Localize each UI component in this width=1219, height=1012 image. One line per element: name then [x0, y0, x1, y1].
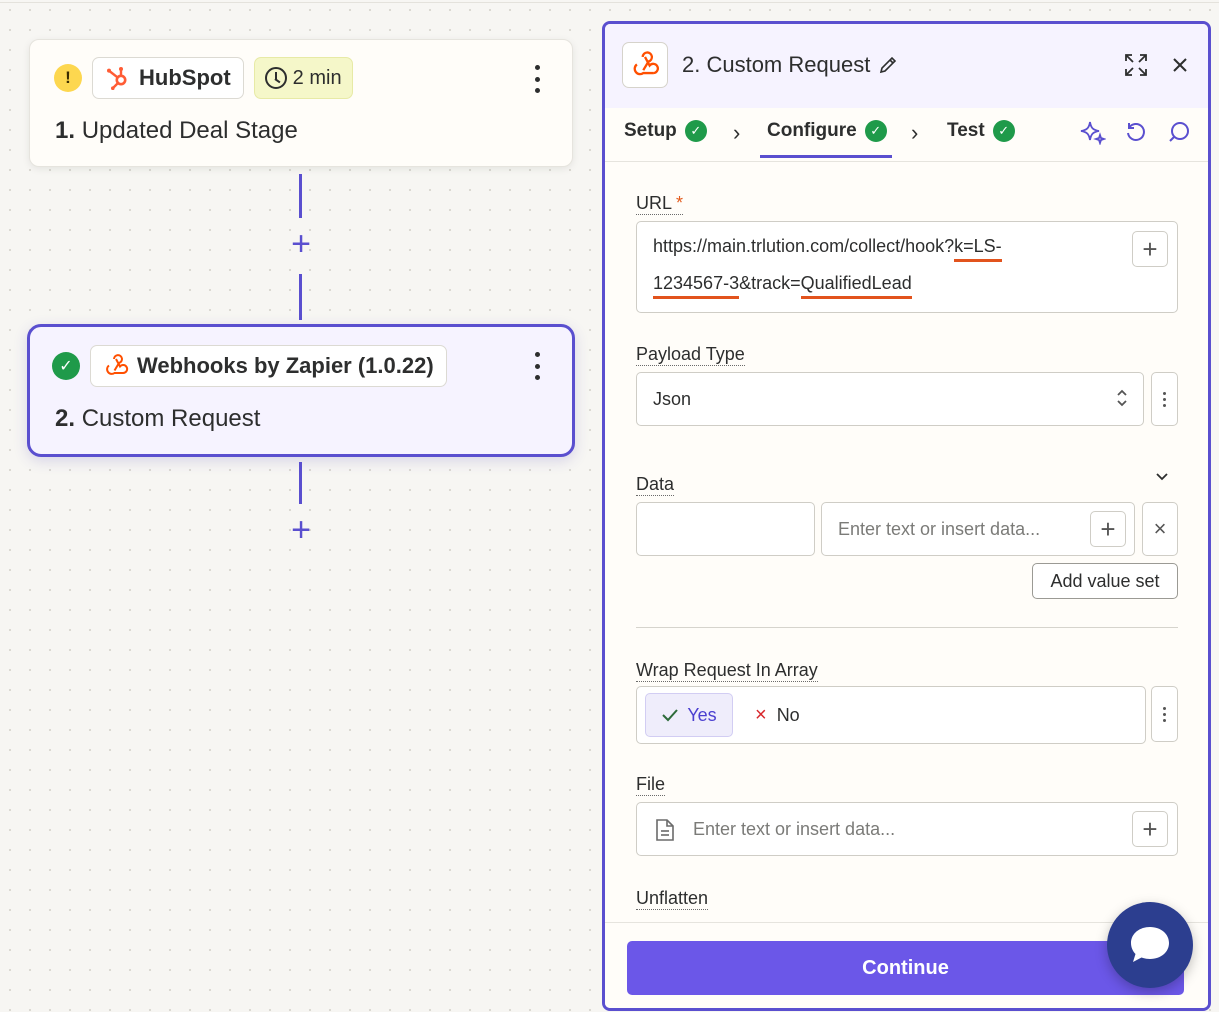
- field-options-button[interactable]: [1151, 686, 1178, 742]
- expand-icon[interactable]: [1121, 50, 1151, 80]
- step-menu-button[interactable]: [530, 65, 544, 93]
- url-text-part: https://main.trlution.com/collect/hook?: [653, 236, 955, 256]
- warning-icon: !: [54, 64, 82, 92]
- webhook-icon: [633, 51, 659, 76]
- tab-label: Configure: [767, 120, 857, 141]
- url-mapped-field: 1234567-3: [653, 273, 740, 299]
- url-mapped-field: k=LS-: [954, 236, 1002, 262]
- check-icon: [662, 709, 679, 722]
- unflatten-label: Unflatten: [636, 888, 709, 910]
- url-label-text: URL: [636, 193, 673, 213]
- wrap-request-toggle: Yes × No: [636, 686, 1146, 744]
- app-name: Webhooks by Zapier (1.0.22): [137, 353, 434, 378]
- insert-data-button[interactable]: +: [1090, 511, 1126, 547]
- chevron-right-icon: ›: [733, 120, 741, 145]
- section-divider: [636, 627, 1178, 628]
- check-icon: ✓: [52, 352, 80, 380]
- file-label: File: [636, 774, 666, 796]
- data-value-placeholder: Enter text or insert data...: [838, 519, 1041, 539]
- file-placeholder: Enter text or insert data...: [693, 819, 896, 839]
- refresh-icon[interactable]: [1122, 118, 1150, 146]
- field-options-button[interactable]: [1151, 372, 1178, 426]
- chevron-down-icon[interactable]: [1150, 464, 1174, 488]
- connector-line: [299, 174, 302, 218]
- data-value-input[interactable]: Enter text or insert data... +: [821, 502, 1135, 556]
- insert-data-button[interactable]: +: [1132, 231, 1168, 267]
- panel-title-text: 2. Custom Request: [682, 52, 871, 77]
- insert-data-button[interactable]: +: [1132, 811, 1168, 847]
- check-icon: ✓: [684, 120, 707, 142]
- connector-line: [299, 462, 302, 504]
- step-card-hubspot[interactable]: ! HubSpot 2 min 1. Updated Deal Stage: [29, 39, 573, 167]
- url-value: https://main.trlution.com/collect/hook?k…: [653, 228, 1073, 302]
- step-title-text: Updated Deal Stage: [81, 117, 298, 144]
- add-value-set-button[interactable]: Add value set: [1032, 563, 1178, 599]
- check-icon: ✓: [864, 120, 887, 142]
- hubspot-icon: [107, 67, 127, 90]
- step-editor-panel: 2. Custom Request Setup ✓ › Configure ✓ …: [602, 21, 1211, 1011]
- url-text-part: &track=: [739, 273, 801, 293]
- remove-row-button[interactable]: ×: [1142, 502, 1178, 556]
- check-icon: ✓: [992, 120, 1015, 142]
- panel-app-icon: [622, 42, 668, 88]
- panel-title[interactable]: 2. Custom Request: [682, 52, 898, 78]
- payload-type-label: Payload Type: [636, 344, 745, 366]
- url-line-2: 1234567-3&track=QualifiedLead: [653, 265, 1073, 302]
- url-line-1: https://main.trlution.com/collect/hook?k…: [653, 228, 1073, 265]
- tab-label: Setup: [624, 120, 677, 141]
- chat-support-button[interactable]: [1107, 902, 1193, 988]
- step-card-webhooks[interactable]: ✓ Webhooks by Zapier (1.0.22) 2. Custom …: [27, 324, 575, 457]
- url-input[interactable]: https://main.trlution.com/collect/hook?k…: [636, 221, 1178, 313]
- file-input[interactable]: Enter text or insert data... +: [636, 802, 1178, 856]
- data-key-input[interactable]: [636, 502, 815, 556]
- step-title: 1. Updated Deal Stage: [55, 117, 298, 145]
- url-label: URL *: [636, 192, 684, 215]
- app-name: HubSpot: [139, 65, 231, 90]
- chat-icon: [1131, 927, 1169, 962]
- step-menu-button[interactable]: [530, 352, 544, 380]
- panel-header: 2. Custom Request: [605, 24, 1208, 108]
- tab-configure[interactable]: Configure ✓: [767, 120, 887, 142]
- step-title: 2. Custom Request: [55, 405, 260, 433]
- app-pill-hubspot: HubSpot: [92, 57, 244, 99]
- comment-icon[interactable]: [1165, 118, 1193, 146]
- add-step-button[interactable]: +: [288, 227, 314, 261]
- tab-test[interactable]: Test ✓: [947, 120, 1015, 142]
- close-icon[interactable]: [1167, 52, 1193, 78]
- step-title-text: Custom Request: [81, 405, 261, 432]
- toggle-yes-button[interactable]: Yes: [645, 693, 733, 737]
- toggle-yes-label: Yes: [687, 704, 717, 725]
- wrap-request-label: Wrap Request In Array: [636, 660, 818, 682]
- add-step-button[interactable]: +: [288, 513, 314, 547]
- tab-setup[interactable]: Setup ✓: [624, 120, 707, 142]
- x-icon: ×: [755, 703, 767, 726]
- step-number: 1.: [55, 117, 76, 144]
- delay-badge: 2 min: [253, 57, 353, 99]
- app-pill-webhooks: Webhooks by Zapier (1.0.22): [90, 345, 447, 387]
- updown-chevron-icon: [1115, 386, 1129, 412]
- url-mapped-field: QualifiedLead: [800, 273, 912, 299]
- sparkle-icon[interactable]: [1079, 118, 1107, 146]
- toggle-no-button[interactable]: × No: [755, 693, 800, 737]
- clock-icon: [264, 67, 287, 89]
- chevron-right-icon: ›: [911, 120, 919, 145]
- payload-type-value: Json: [653, 389, 692, 409]
- delay-label: 2 min: [292, 66, 342, 89]
- top-divider: [0, 2, 1219, 3]
- toggle-no-label: No: [776, 704, 800, 725]
- connector-line: [299, 274, 302, 320]
- active-tab-indicator: [760, 155, 892, 158]
- continue-button[interactable]: Continue: [627, 941, 1184, 995]
- pencil-icon[interactable]: [878, 55, 898, 75]
- webhook-icon: [106, 354, 129, 375]
- required-mark: *: [676, 193, 684, 213]
- data-label: Data: [636, 474, 675, 496]
- document-icon: [656, 819, 674, 841]
- step-number: 2.: [55, 405, 76, 432]
- payload-type-select[interactable]: Json: [636, 372, 1144, 426]
- tab-label: Test: [947, 120, 985, 141]
